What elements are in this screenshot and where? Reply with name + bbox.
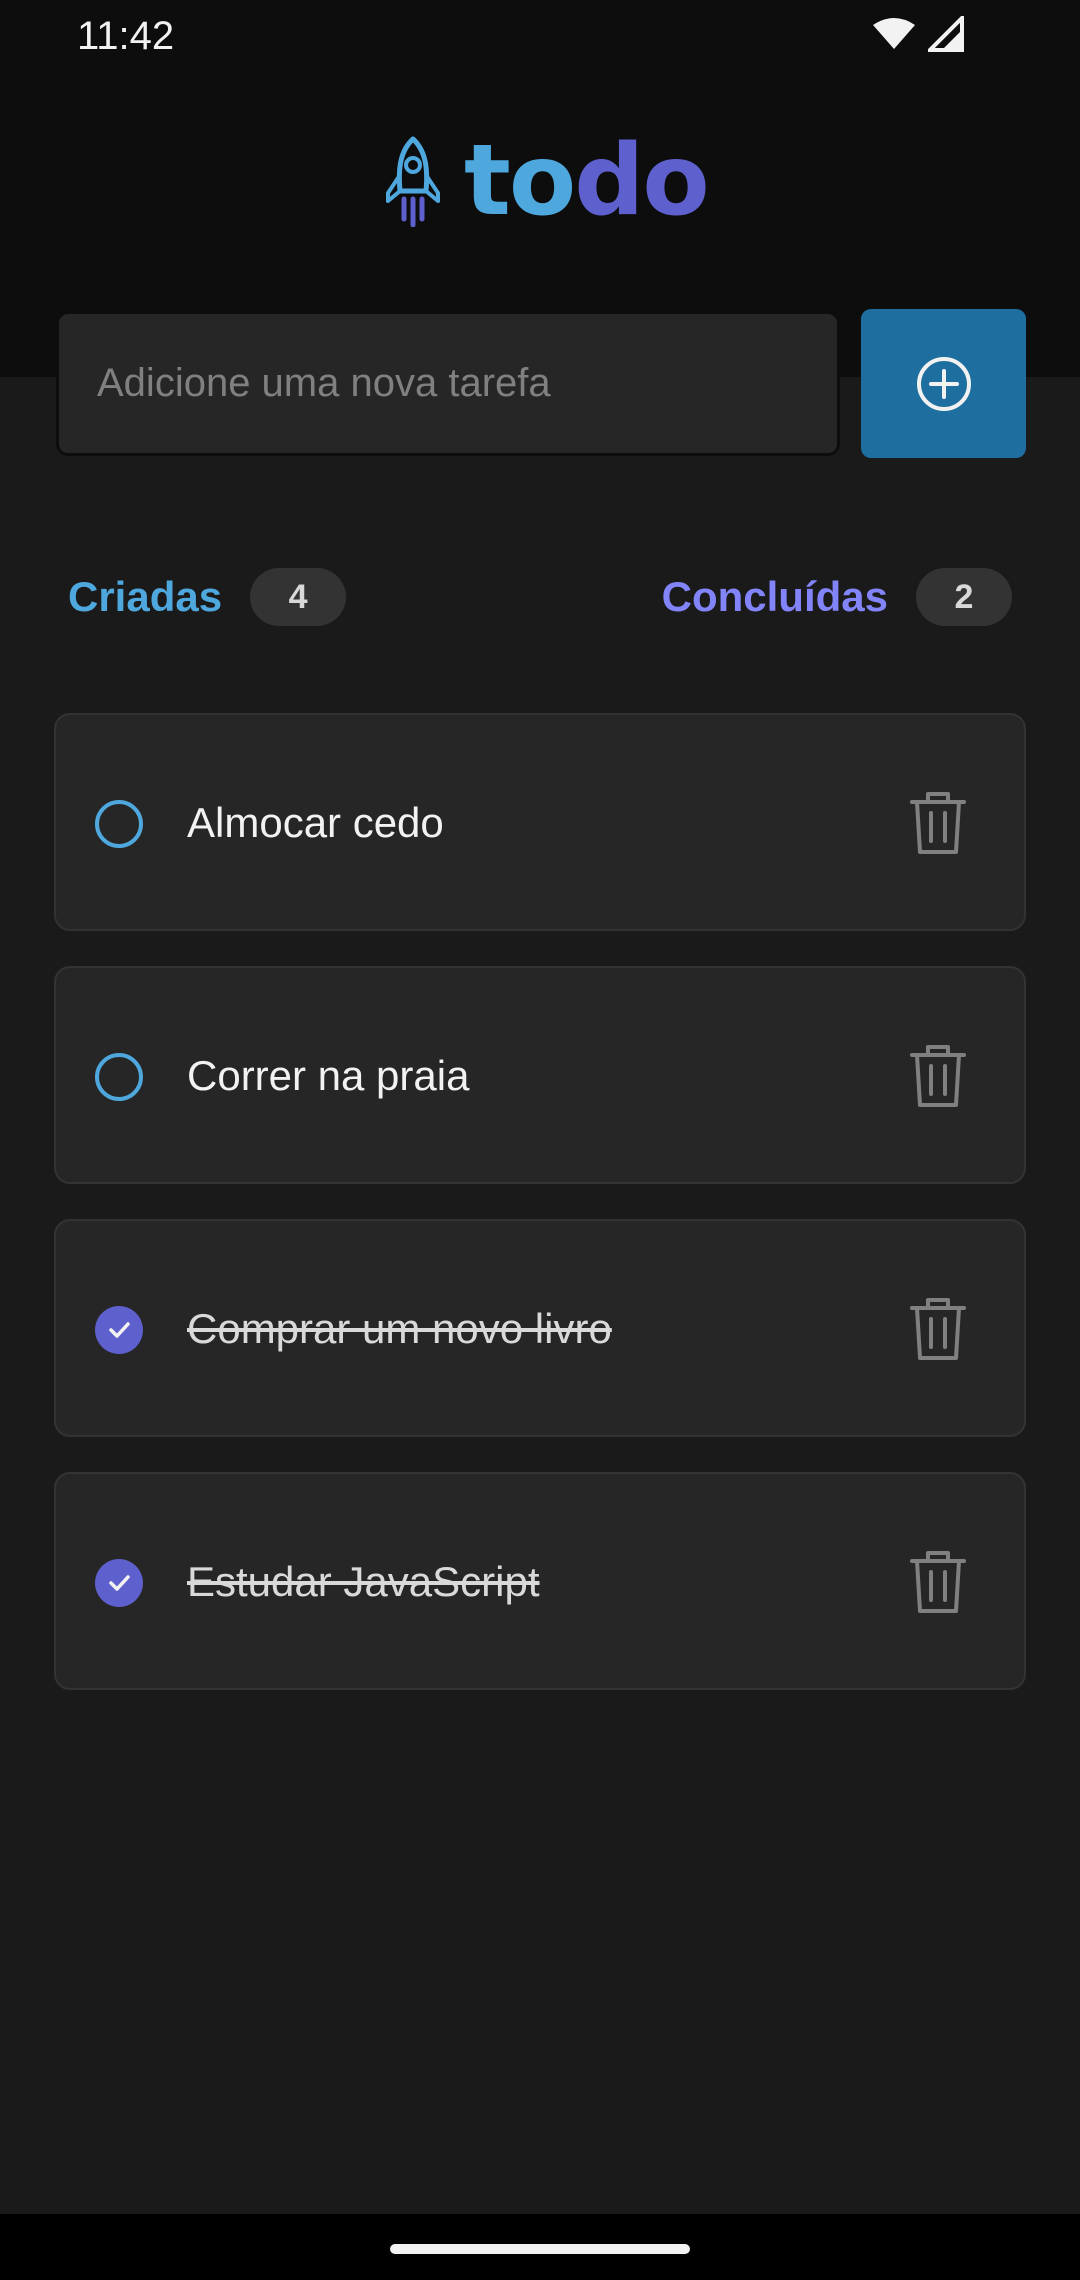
status-icons — [872, 16, 964, 52]
logo-text-part1: to — [464, 124, 576, 238]
task-text: Almocar cedo — [187, 799, 444, 846]
unchecked-circle-icon[interactable] — [94, 1052, 144, 1102]
trash-icon[interactable] — [908, 1044, 968, 1108]
unchecked-circle-icon[interactable] — [94, 799, 144, 849]
created-count-badge: 4 — [250, 568, 347, 626]
done-counter: Concluídas 2 — [662, 568, 1012, 626]
task-item: Correr na praia — [54, 966, 1026, 1184]
app-logo-text: todo — [464, 132, 710, 230]
navigation-bar — [0, 2214, 1080, 2280]
plus-circle-icon — [916, 356, 971, 411]
new-task-input[interactable] — [59, 314, 837, 453]
task-item: Comprar um novo livro — [54, 1219, 1026, 1437]
task-text: Estudar JavaScript — [187, 1558, 540, 1605]
app-logo: todo — [382, 132, 710, 230]
rocket-icon — [386, 136, 440, 227]
created-label: Criadas — [68, 573, 223, 620]
trash-icon[interactable] — [908, 1550, 968, 1614]
task-item: Almocar cedo — [54, 713, 1026, 931]
task-text: Correr na praia — [187, 1052, 470, 1099]
task-text: Comprar um novo livro — [187, 1305, 612, 1352]
created-counter: Criadas 4 — [68, 568, 347, 626]
wifi-icon — [873, 18, 915, 49]
logo-text-part2: do — [574, 124, 709, 238]
home-indicator[interactable] — [390, 2244, 690, 2254]
cell-signal-icon — [928, 16, 964, 52]
checked-circle-icon[interactable] — [94, 1305, 144, 1355]
trash-icon[interactable] — [908, 1297, 968, 1361]
trash-icon[interactable] — [908, 791, 968, 855]
done-label: Concluídas — [661, 573, 888, 620]
task-item: Estudar JavaScript — [54, 1472, 1026, 1690]
status-time: 11:42 — [77, 14, 175, 58]
done-count-badge: 2 — [916, 568, 1012, 626]
add-task-button[interactable] — [861, 309, 1026, 458]
checked-circle-icon[interactable] — [94, 1558, 144, 1608]
status-bar: 11:42 — [0, 0, 1080, 72]
new-task-field[interactable] — [56, 311, 840, 456]
task-counters: Criadas 4 Concluídas 2 — [0, 568, 1080, 632]
